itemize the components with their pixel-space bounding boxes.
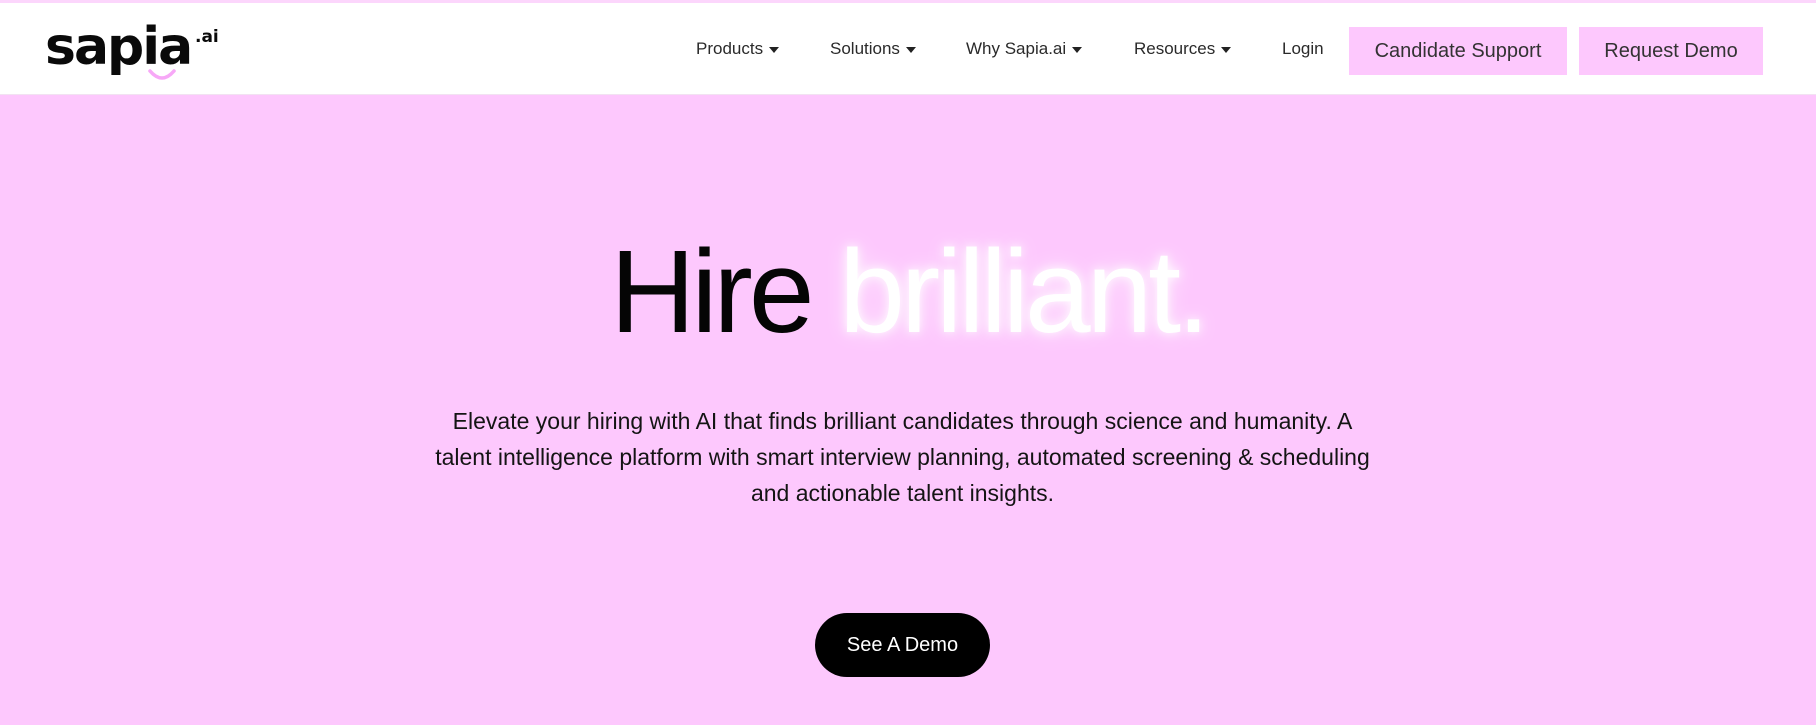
- nav-item-products[interactable]: Products: [696, 39, 780, 59]
- nav-label: Solutions: [830, 39, 900, 58]
- hero-title-part2: brilliant.: [839, 226, 1210, 358]
- chevron-down-icon: [905, 46, 916, 53]
- see-a-demo-button[interactable]: See A Demo: [815, 613, 990, 677]
- request-demo-button[interactable]: Request Demo: [1579, 27, 1763, 75]
- main-nav: Products Solutions Why Sapia.ai Resource…: [0, 3, 1816, 95]
- hero-title-part1: Hire: [610, 226, 814, 358]
- nav-label: Why Sapia.ai: [966, 39, 1067, 58]
- nav-item-resources[interactable]: Resources: [1134, 39, 1232, 59]
- nav-item-login[interactable]: Login: [1282, 39, 1324, 59]
- top-navigation-bar: sapia .ai Products Solutions Why Sapia.a…: [0, 0, 1816, 95]
- chevron-down-icon: [1221, 46, 1232, 53]
- chevron-down-icon: [769, 46, 780, 53]
- hero-title: Hire brilliant.: [0, 222, 1816, 362]
- candidate-support-button[interactable]: Candidate Support: [1349, 27, 1567, 75]
- nav-label: Login: [1282, 39, 1324, 58]
- nav-label: Products: [696, 39, 764, 58]
- nav-label: Resources: [1134, 39, 1216, 58]
- chevron-down-icon: [1072, 46, 1083, 53]
- nav-item-why-sapia[interactable]: Why Sapia.ai: [966, 39, 1083, 59]
- hero-subtitle: Elevate your hiring with AI that finds b…: [435, 408, 1370, 506]
- nav-item-solutions[interactable]: Solutions: [830, 39, 916, 59]
